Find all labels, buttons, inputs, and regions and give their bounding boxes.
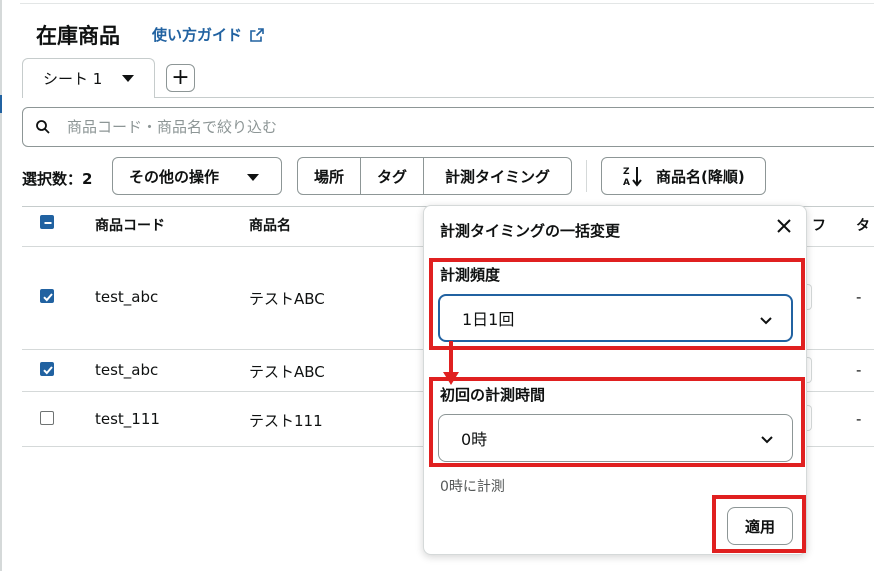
column-header-partial[interactable]: フ bbox=[812, 215, 826, 235]
column-header-name[interactable]: 商品名 bbox=[249, 215, 291, 235]
guide-link[interactable]: 使い方ガイド bbox=[152, 24, 264, 45]
toolbar-separator bbox=[586, 160, 587, 192]
tab-rule bbox=[155, 97, 874, 98]
select-all-checkbox[interactable] bbox=[40, 215, 54, 229]
other-ops-label: その他の操作 bbox=[129, 167, 220, 186]
caret-down-icon bbox=[247, 174, 259, 181]
selected-count: 選択数：2 bbox=[22, 170, 93, 188]
row-code: test_abc bbox=[95, 288, 159, 306]
left-edge-accent bbox=[0, 95, 2, 113]
annotation-arrow-head bbox=[443, 372, 459, 385]
row-code: test_abc bbox=[95, 361, 159, 379]
tag-segment-button[interactable]: タグ bbox=[360, 157, 424, 195]
search-box[interactable] bbox=[22, 107, 874, 147]
timing-bulk-edit-popover: 計測タイミングの一括変更 計測頻度 1日1回 初回の計測時間 0時 0時に計測 … bbox=[423, 205, 807, 555]
timing-hint: 0時に計測 bbox=[440, 479, 505, 495]
search-input[interactable] bbox=[67, 118, 767, 136]
sheet-tab[interactable]: シート 1 bbox=[22, 58, 155, 98]
row-code: test_111 bbox=[95, 410, 160, 428]
popover-title: 計測タイミングの一括変更 bbox=[440, 222, 621, 240]
row-trailing: - bbox=[856, 410, 862, 428]
sheet-tab-label: シート 1 bbox=[43, 70, 103, 88]
other-ops-button[interactable]: その他の操作 bbox=[112, 157, 282, 195]
row-checkbox[interactable] bbox=[40, 289, 54, 303]
chevron-down-icon bbox=[760, 317, 772, 325]
frequency-value: 1日1回 bbox=[462, 310, 515, 329]
svg-text:A: A bbox=[623, 178, 630, 187]
row-name: テストABC bbox=[249, 363, 325, 381]
caret-down-icon bbox=[122, 75, 134, 82]
top-rule bbox=[20, 3, 874, 4]
row-name: テストABC bbox=[249, 290, 325, 308]
apply-button[interactable]: 適用 bbox=[727, 507, 793, 545]
sort-button[interactable]: Z A 商品名(降順) bbox=[601, 157, 766, 195]
search-icon bbox=[36, 120, 50, 134]
check-icon bbox=[43, 293, 53, 302]
column-header-partial[interactable]: タ bbox=[856, 215, 870, 235]
frequency-select[interactable]: 1日1回 bbox=[438, 294, 793, 342]
row-checkbox[interactable] bbox=[40, 362, 54, 376]
row-checkbox[interactable] bbox=[40, 411, 54, 425]
left-edge-rule bbox=[0, 0, 2, 571]
row-name: テスト111 bbox=[249, 412, 323, 430]
frequency-label: 計測頻度 bbox=[440, 266, 501, 284]
page-title: 在庫商品 bbox=[36, 24, 120, 48]
row-trailing: - bbox=[856, 288, 862, 306]
row-trailing: - bbox=[856, 361, 862, 379]
guide-link-label: 使い方ガイド bbox=[152, 26, 243, 44]
first-time-select[interactable]: 0時 bbox=[438, 414, 793, 462]
check-icon bbox=[43, 366, 53, 375]
chevron-down-icon bbox=[761, 436, 773, 444]
place-segment-button[interactable]: 場所 bbox=[297, 157, 361, 195]
column-header-code[interactable]: 商品コード bbox=[95, 215, 165, 235]
sort-za-icon: Z A bbox=[623, 167, 642, 187]
first-time-label: 初回の計測時間 bbox=[440, 386, 546, 404]
minus-icon bbox=[44, 222, 52, 224]
first-time-value: 0時 bbox=[461, 430, 488, 449]
svg-text:Z: Z bbox=[623, 167, 630, 177]
timing-segment-button[interactable]: 計測タイミング bbox=[423, 157, 572, 195]
add-sheet-button[interactable]: + bbox=[166, 64, 195, 92]
external-link-icon bbox=[250, 27, 264, 42]
close-icon[interactable] bbox=[774, 216, 794, 236]
sort-label: 商品名(降順) bbox=[656, 167, 745, 186]
annotation-arrow-line bbox=[449, 341, 453, 375]
